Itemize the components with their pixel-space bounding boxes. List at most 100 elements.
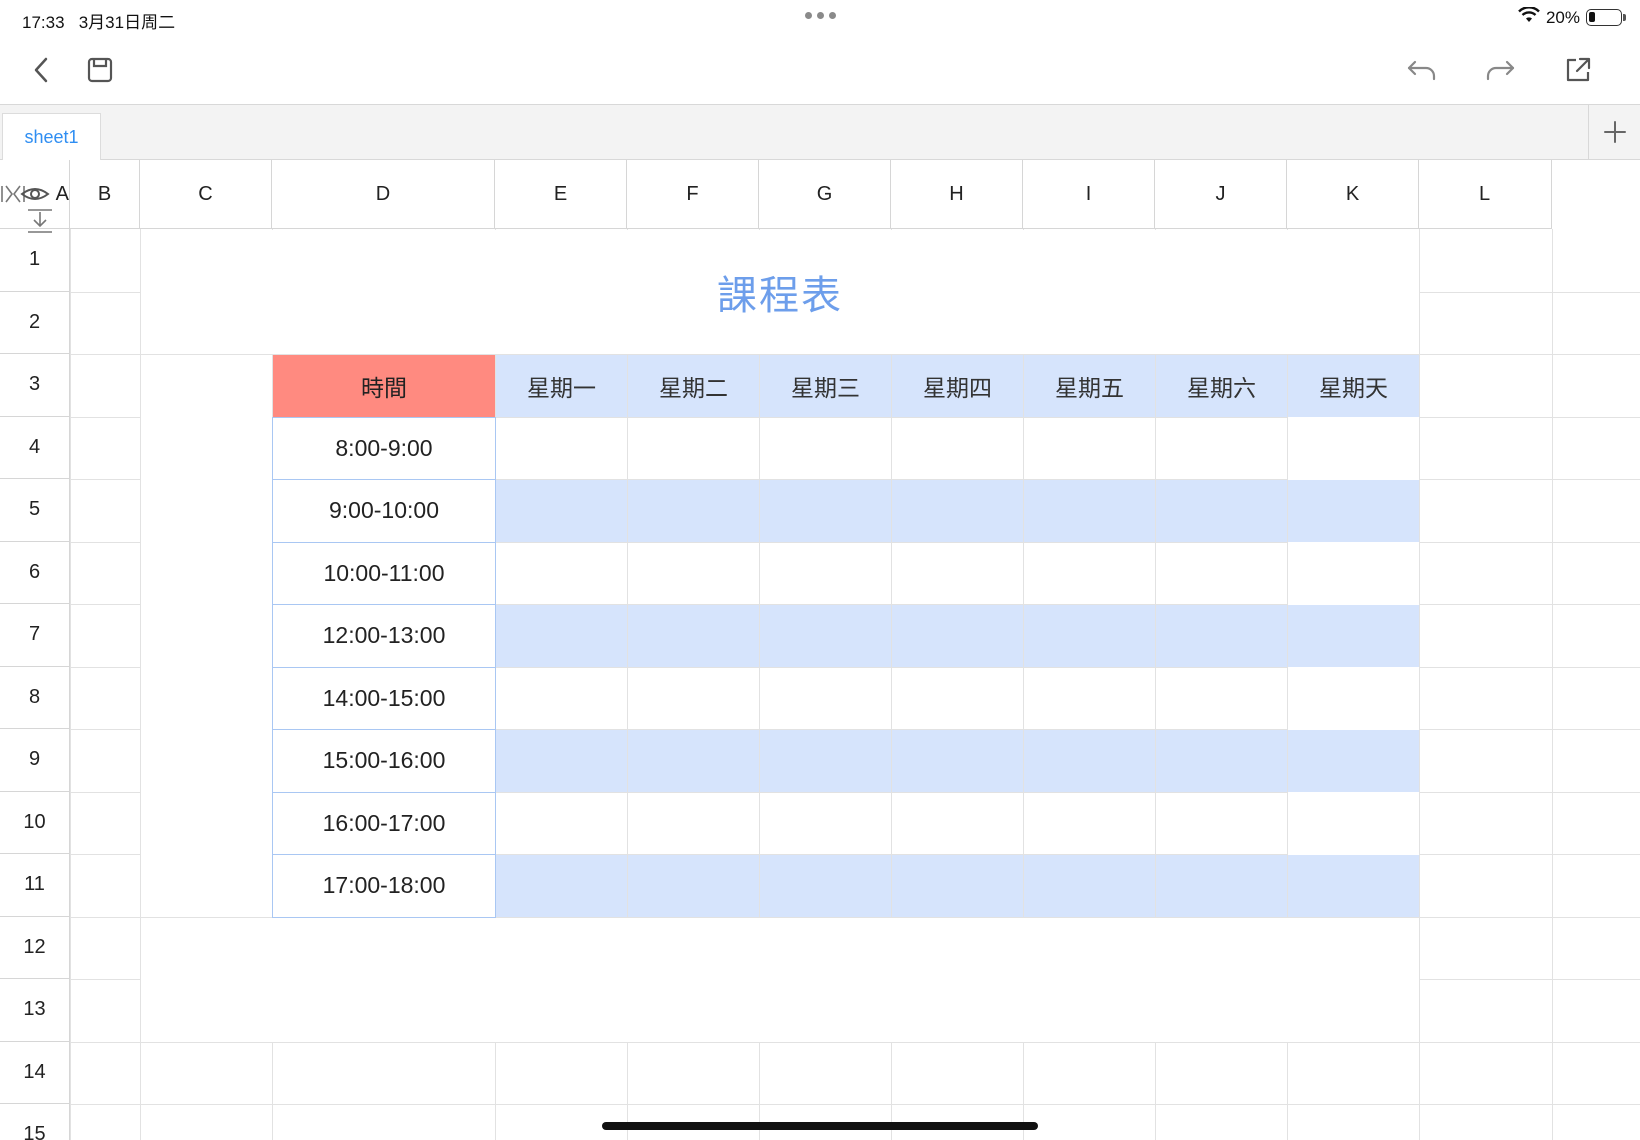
column-header[interactable]: L bbox=[1419, 160, 1552, 229]
save-button[interactable] bbox=[80, 50, 120, 90]
schedule-cell[interactable] bbox=[760, 542, 891, 604]
schedule-cell[interactable] bbox=[892, 855, 1023, 917]
column-header[interactable]: B bbox=[70, 160, 140, 229]
schedule-cell[interactable] bbox=[1288, 480, 1419, 542]
column-header[interactable]: I bbox=[1023, 160, 1155, 229]
schedule-cell[interactable] bbox=[892, 542, 1023, 604]
schedule-cell[interactable] bbox=[892, 792, 1023, 854]
column-header[interactable]: G bbox=[759, 160, 891, 229]
schedule-cell[interactable] bbox=[1024, 480, 1155, 542]
row-header[interactable]: 13 bbox=[0, 979, 70, 1042]
schedule-cell[interactable] bbox=[760, 667, 891, 729]
schedule-cell[interactable] bbox=[496, 730, 627, 792]
schedule-cell[interactable] bbox=[760, 730, 891, 792]
schedule-cell[interactable] bbox=[1024, 730, 1155, 792]
schedule-cell[interactable] bbox=[1288, 730, 1419, 792]
tab-sheet1[interactable]: sheet1 bbox=[2, 113, 101, 160]
schedule-cell[interactable] bbox=[496, 605, 627, 667]
undo-button[interactable] bbox=[1402, 50, 1442, 90]
schedule-cell[interactable] bbox=[1288, 542, 1419, 604]
row-header[interactable]: 9 bbox=[0, 729, 70, 792]
time-header-cell[interactable]: 時間 bbox=[273, 355, 495, 417]
day-header-cell[interactable]: 星期三 bbox=[760, 355, 891, 417]
schedule-cell[interactable] bbox=[496, 417, 627, 479]
schedule-cell[interactable] bbox=[1288, 792, 1419, 854]
schedule-cell[interactable] bbox=[1288, 417, 1419, 479]
column-header[interactable]: C bbox=[140, 160, 272, 229]
schedule-cell[interactable] bbox=[1156, 480, 1287, 542]
schedule-cell[interactable] bbox=[892, 480, 1023, 542]
schedule-cell[interactable] bbox=[1024, 792, 1155, 854]
row-header[interactable]: 11 bbox=[0, 854, 70, 917]
day-header-cell[interactable]: 星期六 bbox=[1156, 355, 1287, 417]
schedule-cell[interactable] bbox=[1288, 605, 1419, 667]
row-header[interactable]: 6 bbox=[0, 541, 70, 604]
schedule-cell[interactable] bbox=[892, 730, 1023, 792]
schedule-cell[interactable] bbox=[628, 730, 759, 792]
share-button[interactable] bbox=[1558, 50, 1598, 90]
row-header[interactable]: 2 bbox=[0, 291, 70, 354]
row-header[interactable]: 1 bbox=[0, 229, 70, 292]
schedule-cell[interactable] bbox=[496, 855, 627, 917]
schedule-cell[interactable] bbox=[1156, 417, 1287, 479]
day-header-cell[interactable]: 星期二 bbox=[628, 355, 759, 417]
row-header[interactable]: 5 bbox=[0, 479, 70, 542]
schedule-cell[interactable] bbox=[628, 605, 759, 667]
schedule-cell[interactable] bbox=[628, 480, 759, 542]
schedule-cell[interactable] bbox=[1156, 855, 1287, 917]
column-header[interactable]: E bbox=[495, 160, 627, 229]
row-header[interactable]: 4 bbox=[0, 416, 70, 479]
redo-button[interactable] bbox=[1480, 50, 1520, 90]
schedule-cell[interactable] bbox=[760, 855, 891, 917]
row-header[interactable]: 7 bbox=[0, 604, 70, 667]
schedule-cell[interactable] bbox=[1024, 855, 1155, 917]
column-header[interactable]: F bbox=[627, 160, 759, 229]
row-header[interactable]: 8 bbox=[0, 666, 70, 729]
time-slot-cell[interactable]: 17:00-18:00 bbox=[272, 854, 496, 918]
back-button[interactable] bbox=[22, 50, 62, 90]
time-slot-cell[interactable]: 15:00-16:00 bbox=[272, 729, 496, 793]
spreadsheet-grid[interactable]: 課程表 時間 星期一 星期二 星期三 星期四 星期五 星期六 星期天 8:00-9:00 9:00-… bbox=[0, 160, 1640, 1140]
day-header-cell[interactable]: 星期一 bbox=[496, 355, 627, 417]
schedule-cell[interactable] bbox=[760, 417, 891, 479]
row-header[interactable]: 14 bbox=[0, 1041, 70, 1104]
row-header[interactable]: 15 bbox=[0, 1104, 70, 1140]
column-header[interactable]: J bbox=[1155, 160, 1287, 229]
schedule-cell[interactable] bbox=[1156, 730, 1287, 792]
schedule-cell[interactable] bbox=[892, 605, 1023, 667]
add-sheet-button[interactable] bbox=[1588, 105, 1640, 159]
schedule-cell[interactable] bbox=[496, 542, 627, 604]
column-header[interactable]: D bbox=[272, 160, 495, 229]
schedule-cell[interactable] bbox=[1024, 417, 1155, 479]
multitasking-dots-icon[interactable] bbox=[805, 12, 836, 19]
eye-icon[interactable] bbox=[0, 182, 66, 238]
time-slot-cell[interactable]: 10:00-11:00 bbox=[272, 541, 496, 605]
schedule-cell[interactable] bbox=[1024, 542, 1155, 604]
schedule-cell[interactable] bbox=[628, 417, 759, 479]
schedule-cell[interactable] bbox=[1288, 855, 1419, 917]
schedule-cell[interactable] bbox=[496, 667, 627, 729]
row-header[interactable]: 3 bbox=[0, 354, 70, 417]
time-slot-cell[interactable]: 16:00-17:00 bbox=[272, 791, 496, 855]
schedule-cell[interactable] bbox=[628, 792, 759, 854]
schedule-cell[interactable] bbox=[760, 605, 891, 667]
schedule-cell[interactable] bbox=[628, 667, 759, 729]
schedule-cell[interactable] bbox=[1024, 605, 1155, 667]
day-header-cell[interactable]: 星期四 bbox=[892, 355, 1023, 417]
schedule-cell[interactable] bbox=[892, 667, 1023, 729]
time-slot-cell[interactable]: 9:00-10:00 bbox=[272, 479, 496, 543]
schedule-cell[interactable] bbox=[1156, 542, 1287, 604]
schedule-cell[interactable] bbox=[1024, 667, 1155, 729]
row-header[interactable]: 12 bbox=[0, 916, 70, 979]
schedule-cell[interactable] bbox=[760, 792, 891, 854]
schedule-cell[interactable] bbox=[1156, 792, 1287, 854]
day-header-cell[interactable]: 星期天 bbox=[1288, 355, 1419, 417]
home-indicator[interactable] bbox=[602, 1122, 1038, 1130]
schedule-cell[interactable] bbox=[1156, 605, 1287, 667]
time-slot-cell[interactable]: 12:00-13:00 bbox=[272, 604, 496, 668]
day-header-cell[interactable]: 星期五 bbox=[1024, 355, 1155, 417]
column-header[interactable]: K bbox=[1287, 160, 1419, 229]
schedule-cell[interactable] bbox=[496, 792, 627, 854]
schedule-cell[interactable] bbox=[628, 855, 759, 917]
schedule-cell[interactable] bbox=[1288, 667, 1419, 729]
